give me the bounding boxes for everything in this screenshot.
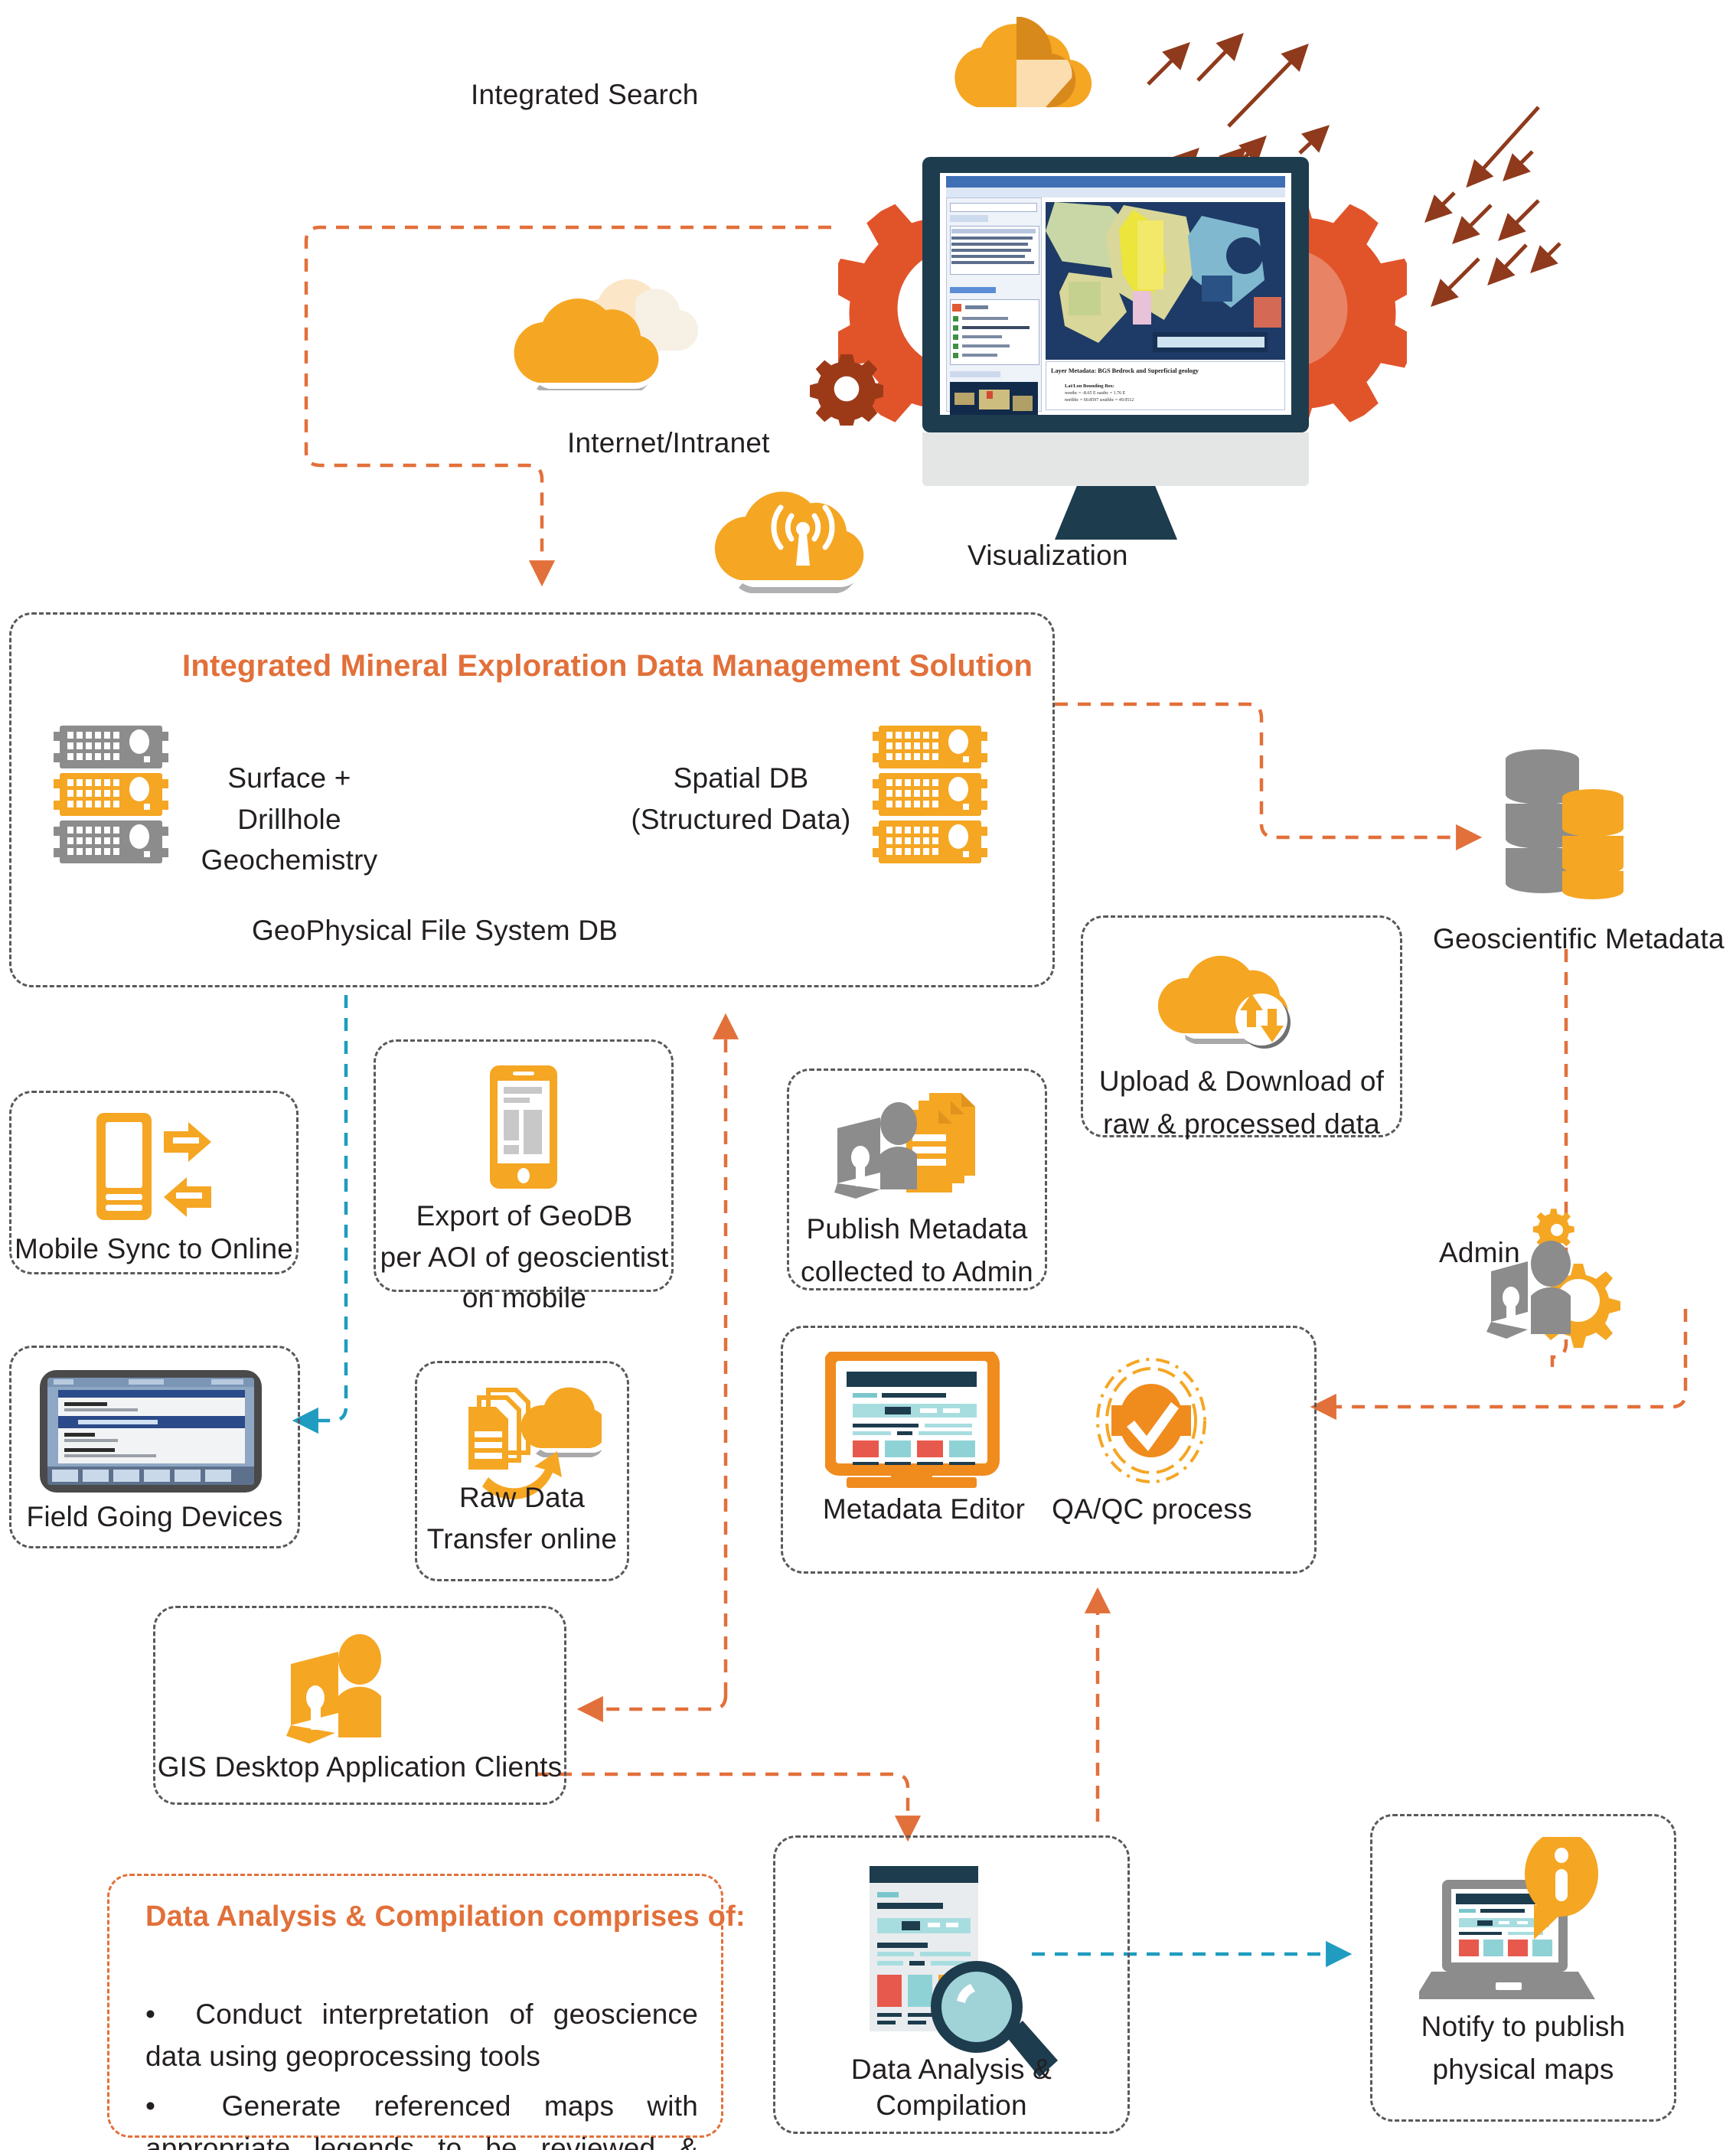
solution-to-field-devices (292, 995, 348, 1434)
data-analysis-bullet-2: • Generate referenced maps with appropri… (145, 2090, 698, 2150)
cloud-icon-internet (514, 279, 699, 390)
metadata-editor-label: Metadata Editor (822, 1493, 1026, 1525)
raw-data-transfer-label: Raw Data Transfer online (426, 1482, 618, 1555)
gis-desktop-clients-label: GIS Desktop Application Clients (157, 1751, 563, 1783)
gear-icon-small-dark (810, 354, 883, 426)
metadata-panel: Layer Metadata: BGS Bedrock and Superfic… (1046, 361, 1285, 410)
server-rack-icon-right (873, 726, 987, 863)
geoscientific-metadata-label: Geoscientific Metadata (1433, 923, 1725, 954)
cloud-icon-stack (954, 17, 1092, 108)
field-going-devices-label: Field Going Devices (26, 1501, 283, 1532)
overview-map-thumb (950, 382, 1038, 415)
diagram-canvas: Integrated Search Internet/Intranet Visu… (0, 0, 1736, 2150)
monitor-form-icon (825, 1352, 1000, 1488)
data-analysis-compilation-label: Data Analysis & Compilation (850, 2054, 1052, 2122)
publish-metadata-label: Publish Metadata collected to Admin (801, 1213, 1033, 1287)
visualization-label: Visualization (968, 540, 1128, 571)
checkmark-badge-icon (1096, 1358, 1206, 1483)
data-analysis-info-heading: Data Analysis & Compilation comprises of… (145, 1900, 746, 1933)
integrated-search-arrows (1147, 32, 1330, 178)
rugged-tablet-icon (40, 1370, 262, 1493)
user-monitor-icon (286, 1634, 381, 1744)
app-title-bar (946, 176, 1285, 188)
bbox-heading: Lat/Lon Bounding Box: (1065, 383, 1114, 389)
app-menu-bar (946, 188, 1285, 197)
gis-application-screen: Layer Metadata: BGS Bedrock and Superfic… (940, 173, 1291, 415)
admin-gears-user-icon (1486, 1209, 1620, 1348)
laptop-info-icon (1419, 1837, 1598, 1999)
cloud-upload-download-icon (1157, 955, 1291, 1049)
server-left-label: Surface + Drillhole Geochemistry (201, 762, 378, 876)
smartphone-icon (490, 1065, 557, 1189)
solution-title: Integrated Mineral Exploration Data Mana… (182, 649, 1033, 683)
qa-qc-process-label: QA/QC process (1052, 1493, 1252, 1525)
map-canvas (1046, 202, 1285, 360)
geophysical-file-system-label: GeoPhysical File System DB (251, 915, 618, 946)
monitor-base (922, 432, 1309, 486)
visualization-arrows (1424, 106, 1561, 307)
monitor-stand (1055, 486, 1177, 540)
database-cylinder-icon (1506, 749, 1623, 899)
user-monitor-documents-icon (834, 1093, 975, 1199)
mobile-sync-label: Mobile Sync to Online (14, 1233, 294, 1264)
app-left-panel (946, 197, 1042, 415)
bbox-line2: northbc = 60.8597 southbc = 49.9512 (1065, 398, 1134, 403)
integrated-search-label: Integrated Search (471, 79, 699, 110)
upload-download-label: Upload & Download of raw & processed dat… (1098, 1065, 1385, 1140)
metadata-heading: Layer Metadata: BGS Bedrock and Superfic… (1051, 367, 1199, 374)
wifi-cloud-icon (714, 491, 864, 593)
mobile-sync-icon (96, 1113, 211, 1220)
notify-publish-label: Notify to publish physical maps (1421, 2011, 1626, 2085)
server-right-label: Spatial DB (Structured Data) (631, 762, 851, 835)
solution-to-metadata (1055, 702, 1483, 851)
export-geodb-label: Export of GeoDB per AOI of geoscientist … (380, 1200, 669, 1314)
bullet-marker: • (145, 2090, 222, 2122)
bbox-line1: westbc = -8.65 E eastbc = 1.76 E (1065, 391, 1126, 396)
server-rack-icon-left (54, 726, 168, 863)
bullet-marker: • (145, 1998, 196, 2030)
gis-to-analysis (536, 1772, 922, 1842)
internet-intranet-label: Internet/Intranet (567, 427, 770, 458)
